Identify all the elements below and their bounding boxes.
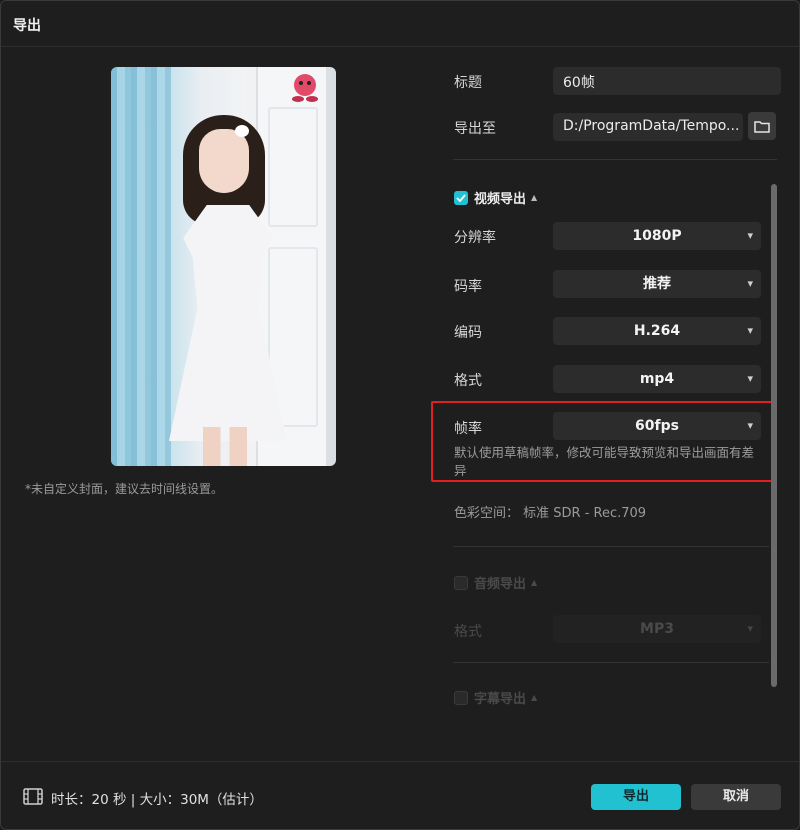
collapse-icon[interactable]: ▲ xyxy=(531,578,537,587)
film-icon xyxy=(23,788,43,805)
codec-value: H.264 xyxy=(633,323,681,339)
resolution-label: 分辨率 xyxy=(454,230,496,246)
chevron-down-icon: ▾ xyxy=(747,229,753,242)
duration-size-info: 时长：20 秒 | 大小：30M（估计） xyxy=(51,792,263,808)
bitrate-select[interactable]: 推荐 ▾ xyxy=(553,270,761,298)
video-export-toggle[interactable]: 视频导出 ▲ xyxy=(454,188,537,207)
resolution-value: 1080P xyxy=(632,228,682,244)
codec-select[interactable]: H.264 ▾ xyxy=(553,317,761,345)
preview-bow xyxy=(235,125,249,137)
chevron-down-icon: ▾ xyxy=(747,372,753,385)
codec-label: 编码 xyxy=(454,325,482,341)
format-select[interactable]: mp4 ▾ xyxy=(553,365,761,393)
subtitle-export-label: 字幕导出 xyxy=(474,692,527,707)
title-label: 标题 xyxy=(454,75,482,91)
export-to-label: 导出至 xyxy=(454,121,496,137)
audio-format-label: 格式 xyxy=(454,624,482,640)
collapse-icon[interactable]: ▲ xyxy=(531,693,537,702)
bitrate-label: 码率 xyxy=(454,279,482,295)
collapse-icon[interactable]: ▲ xyxy=(531,193,537,202)
chevron-down-icon: ▾ xyxy=(747,277,753,290)
divider xyxy=(453,159,777,160)
video-export-checkbox[interactable] xyxy=(454,190,468,205)
subtitle-export-checkbox[interactable] xyxy=(454,690,468,705)
resolution-select[interactable]: 1080P ▾ xyxy=(553,222,761,250)
chevron-down-icon: ▾ xyxy=(747,324,753,337)
format-value: mp4 xyxy=(639,371,675,387)
scrollbar-thumb[interactable] xyxy=(771,184,777,687)
cover-preview xyxy=(111,67,336,466)
audio-export-checkbox[interactable] xyxy=(454,575,468,590)
preview-face xyxy=(199,129,249,193)
title-bar: 导出 xyxy=(1,1,799,47)
dialog-title: 导出 xyxy=(13,18,41,34)
preview-curtain xyxy=(111,67,171,466)
title-input[interactable]: 60帧 xyxy=(553,67,781,95)
toy-image xyxy=(292,74,318,102)
framerate-note: 默认使用草稿帧率，修改可能导致预览和导出画面有差异 xyxy=(454,445,755,478)
audio-format-value: MP3 xyxy=(640,621,674,637)
settings-scrollbar[interactable] xyxy=(771,184,777,687)
divider xyxy=(453,662,769,663)
audio-export-label: 音频导出 xyxy=(474,577,527,592)
format-label: 格式 xyxy=(454,373,482,389)
export-path-input[interactable]: D:/ProgramData/Tempo... xyxy=(553,113,743,141)
cancel-button[interactable]: 取消 xyxy=(691,784,781,810)
video-export-label: 视频导出 xyxy=(474,192,527,207)
chevron-down-icon: ▾ xyxy=(747,419,753,432)
color-space-info: 色彩空间： 标准 SDR - Rec.709 xyxy=(454,506,647,521)
export-dialog: 导出 *未自定义封面，建议去时间线设置。 标题 60帧 导出至 D:/Progr… xyxy=(0,0,800,830)
audio-format-select[interactable]: MP3 ▾ xyxy=(553,615,761,643)
cover-note: *未自定义封面，建议去时间线设置。 xyxy=(25,482,224,496)
divider xyxy=(453,546,769,547)
export-button[interactable]: 导出 xyxy=(591,784,681,810)
framerate-select[interactable]: 60fps ▾ xyxy=(553,412,761,440)
folder-icon xyxy=(754,120,770,133)
bitrate-value: 推荐 xyxy=(643,276,671,292)
framerate-value: 60fps xyxy=(635,418,679,434)
audio-export-toggle[interactable]: 音频导出 ▲ xyxy=(454,573,537,592)
browse-folder-button[interactable] xyxy=(748,112,776,140)
chevron-down-icon: ▾ xyxy=(747,622,753,635)
framerate-label: 帧率 xyxy=(454,421,482,437)
preview-legs xyxy=(203,427,247,466)
check-icon xyxy=(456,193,466,202)
subtitle-export-toggle[interactable]: 字幕导出 ▲ xyxy=(454,688,537,707)
